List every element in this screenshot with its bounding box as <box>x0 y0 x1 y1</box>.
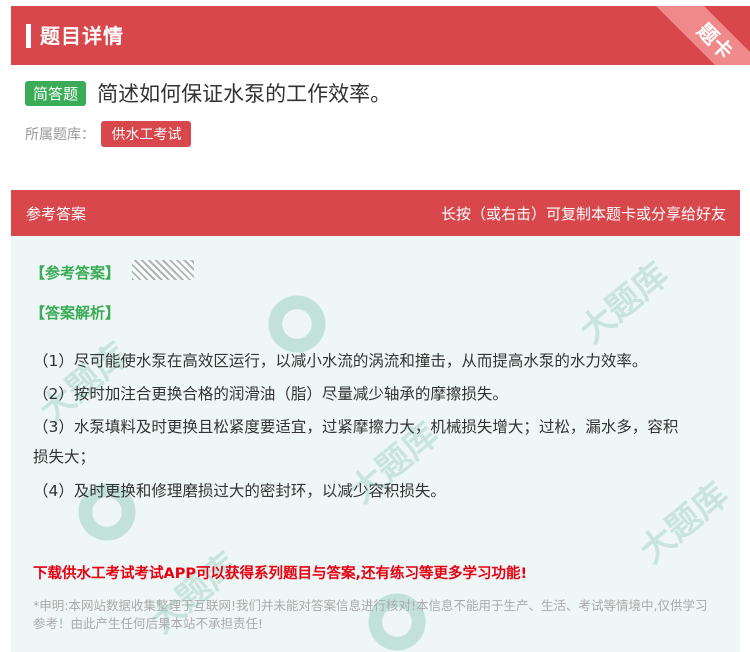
hidden-answer-image <box>132 260 194 280</box>
analysis-line: （4）及时更换和修理磨损过大的密封环，以减少容积损失。 <box>33 482 446 500</box>
question-bank-tag[interactable]: 供水工考试 <box>101 121 192 147</box>
analysis-line: （1）尽可能使水泵在高效区运行，以减小水流的涡流和撞击，从而提高水泵的水力效率。 <box>33 352 648 370</box>
analysis-line: （2）按时加注合更换合格的润滑油（脂）尽量减少轴承的摩擦损失。 <box>33 385 508 403</box>
reference-answer-label: 【参考答案】 <box>30 264 121 282</box>
copy-share-hint: 长按（或右击）可复制本题卡或分享给好友 <box>440 205 726 223</box>
answer-header-title: 参考答案 <box>26 205 87 223</box>
answer-header: 参考答案 长按（或右击）可复制本题卡或分享给好友 <box>11 190 740 236</box>
page-title: 题目详情 <box>40 24 124 48</box>
analysis-label: 【答案解析】 <box>30 304 121 322</box>
question-type-tag: 简答题 <box>25 80 87 106</box>
question-bank-label: 所属题库： <box>25 127 95 143</box>
corner-ribbon: 题卡 <box>649 6 750 65</box>
question-bank-row: 所属题库： 供水工考试 <box>25 121 192 147</box>
disclaimer-text: *申明:本网站数据收集整理于互联网!我们并未能对答案信息进行核对!本信息不能用于… <box>33 598 708 631</box>
question-row: 简答题 简述如何保证水泵的工作效率。 <box>25 78 735 108</box>
header-accent-bar <box>26 24 31 48</box>
question-text: 简述如何保证水泵的工作效率。 <box>97 82 392 106</box>
page-header: 题目详情 题卡 <box>11 6 750 65</box>
download-app-link[interactable]: 下载供水工考试考试APP可以获得系列题目与答案,还有练习等更多学习功能! <box>33 562 527 583</box>
watermark-text: 大题库 <box>572 255 677 352</box>
analysis-line: 损失大； <box>33 448 96 466</box>
analysis-line: （3）水泵填料及时更换且松紧度要适宜，过紧摩擦力大，机械损失增大；过松，漏水多，… <box>33 418 679 436</box>
